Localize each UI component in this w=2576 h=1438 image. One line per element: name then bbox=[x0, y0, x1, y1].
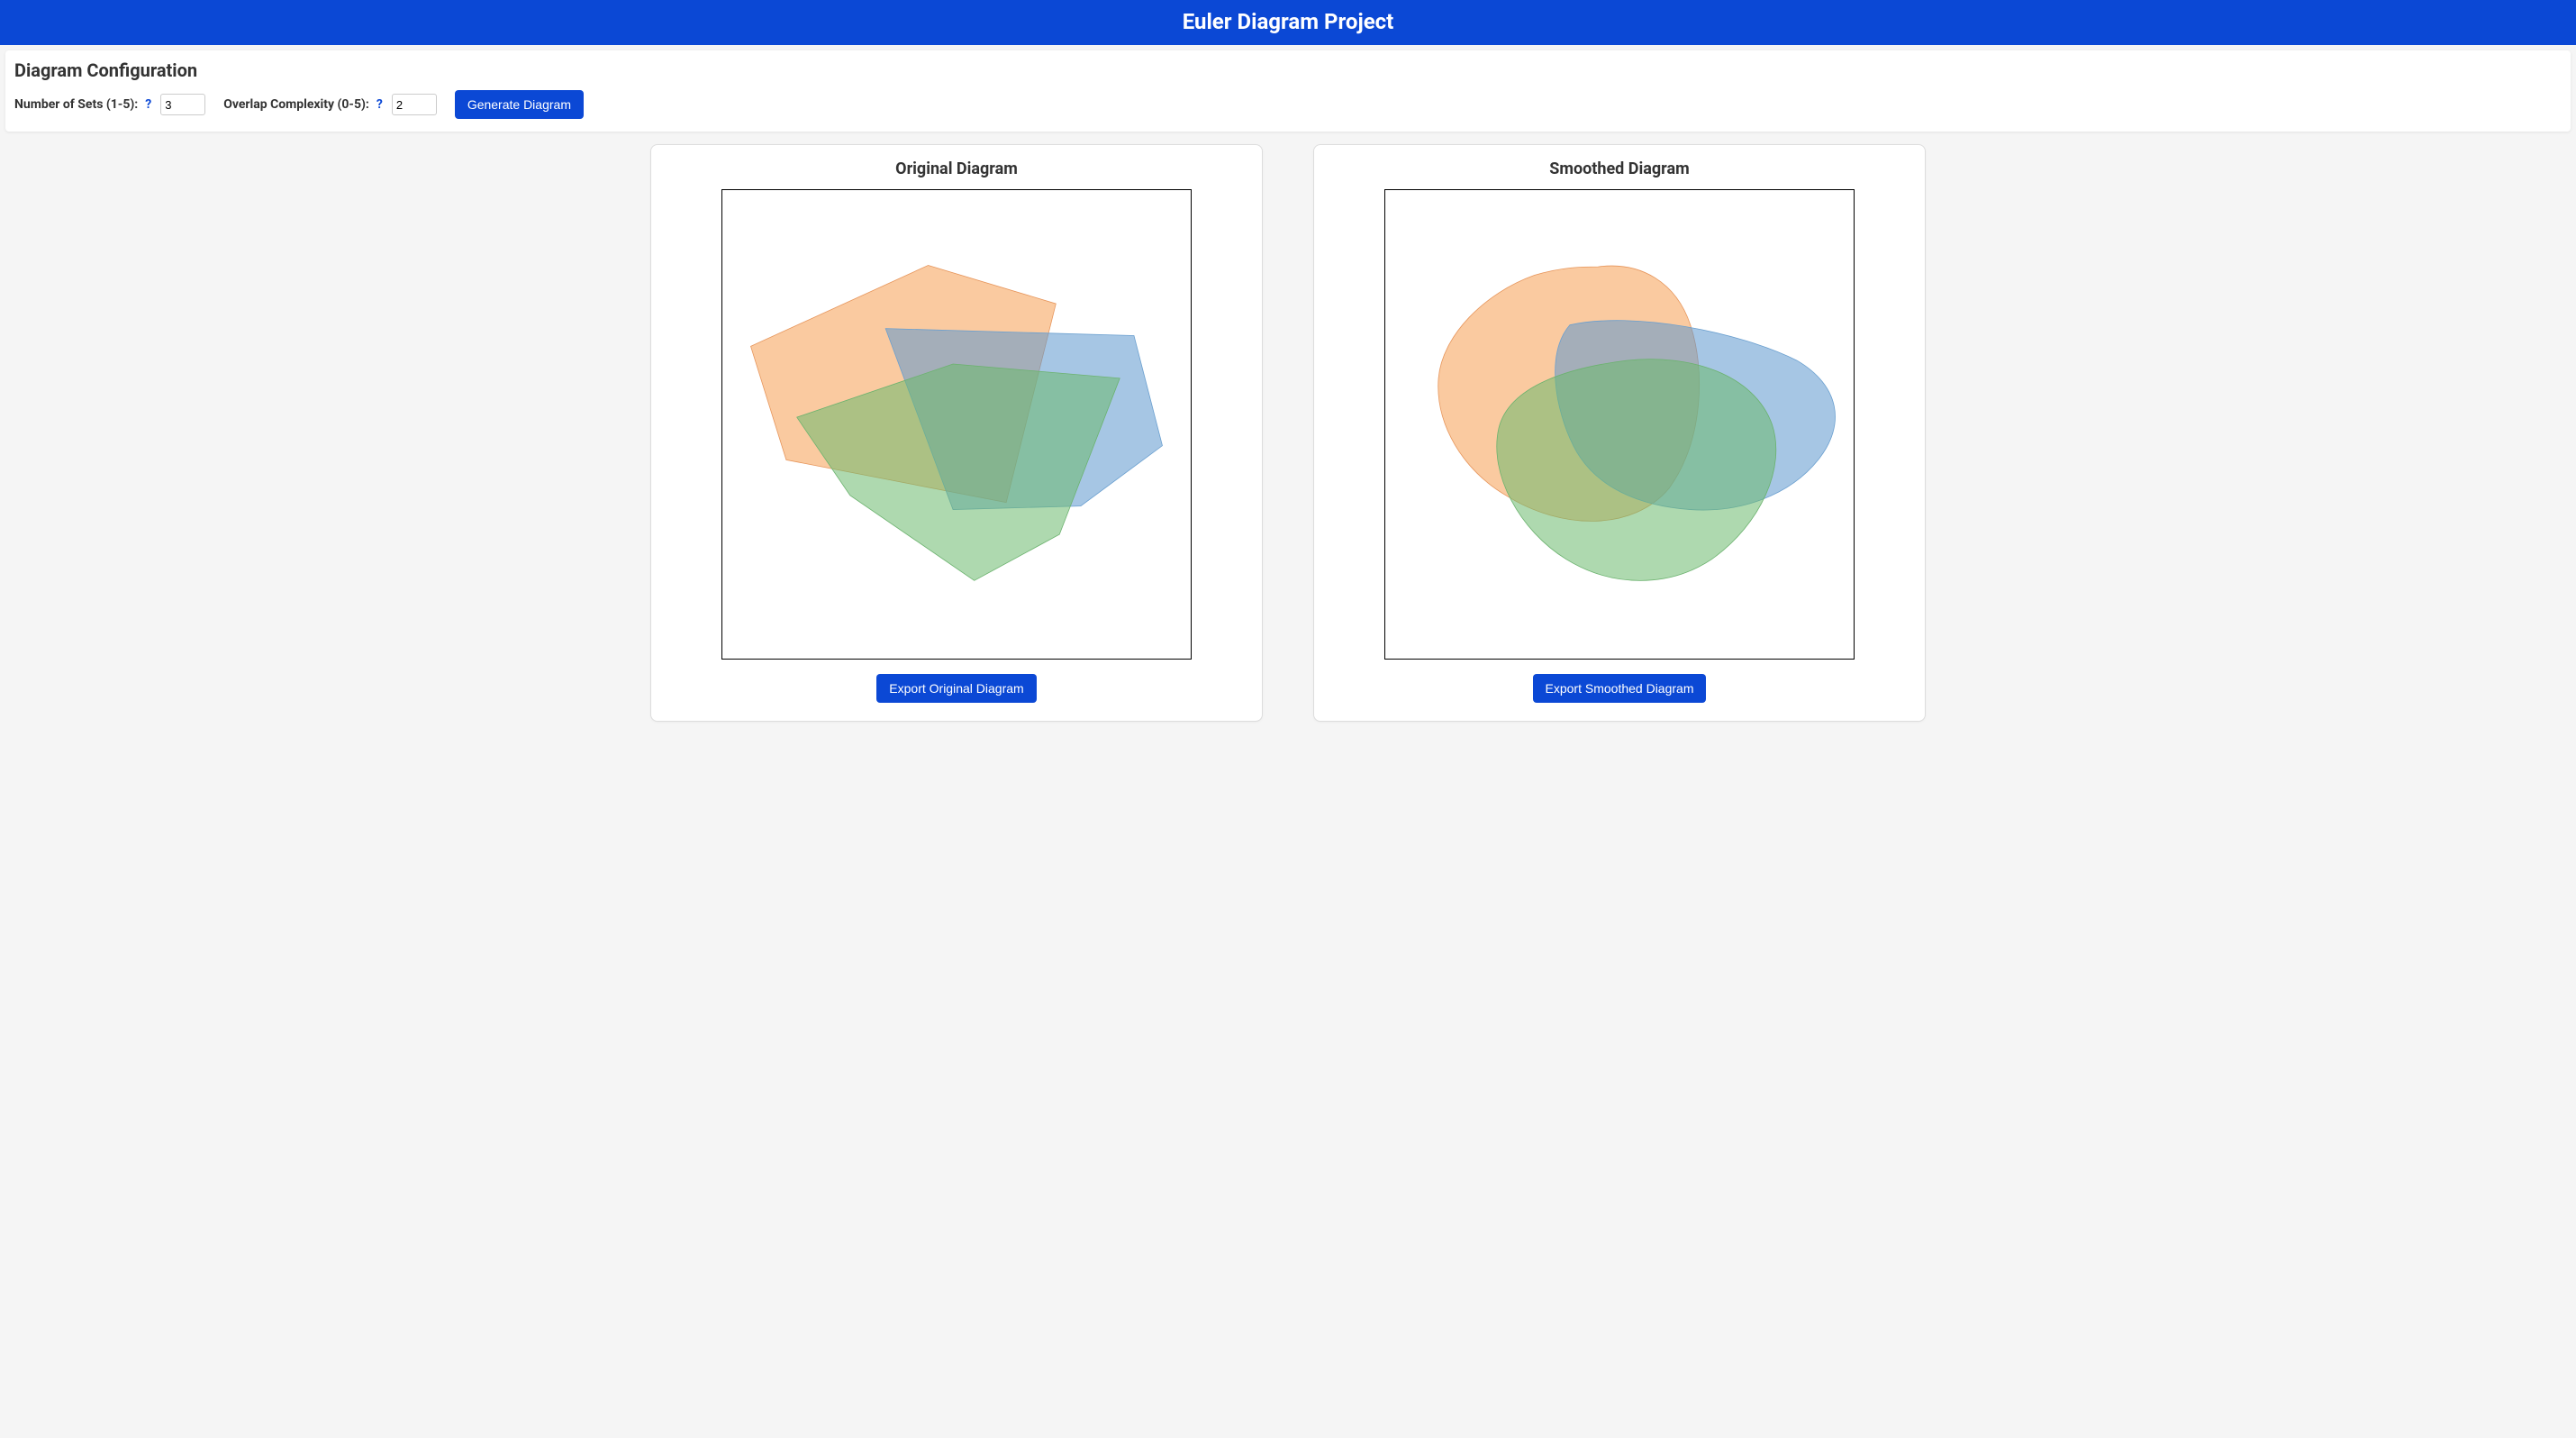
original-card: Original Diagram Export Original Diagram bbox=[650, 144, 1263, 722]
smoothed-green-shape bbox=[1497, 360, 1776, 581]
generate-button[interactable]: Generate Diagram bbox=[455, 90, 584, 119]
config-title: Diagram Configuration bbox=[14, 59, 2562, 81]
app-header: Euler Diagram Project bbox=[0, 0, 2576, 45]
original-diagram bbox=[721, 189, 1192, 660]
config-row: Number of Sets (1-5): ? Overlap Complexi… bbox=[14, 90, 2562, 119]
export-smoothed-button[interactable]: Export Smoothed Diagram bbox=[1533, 674, 1707, 703]
app-title: Euler Diagram Project bbox=[1183, 9, 1394, 34]
original-title: Original Diagram bbox=[895, 159, 1018, 178]
overlap-label: Overlap Complexity (0-5): bbox=[223, 97, 369, 112]
sets-help-icon[interactable]: ? bbox=[145, 97, 151, 112]
sets-input[interactable] bbox=[160, 94, 205, 115]
config-panel: Diagram Configuration Number of Sets (1-… bbox=[5, 50, 2571, 132]
sets-label: Number of Sets (1-5): bbox=[14, 97, 138, 112]
overlap-help-icon[interactable]: ? bbox=[376, 97, 383, 112]
smoothed-card: Smoothed Diagram Export Smoothed Diagram bbox=[1313, 144, 1926, 722]
export-original-button[interactable]: Export Original Diagram bbox=[876, 674, 1036, 703]
overlap-input[interactable] bbox=[392, 94, 437, 115]
smoothed-diagram bbox=[1384, 189, 1855, 660]
main-area: Original Diagram Export Original Diagram… bbox=[0, 132, 2576, 740]
smoothed-title: Smoothed Diagram bbox=[1549, 159, 1689, 178]
